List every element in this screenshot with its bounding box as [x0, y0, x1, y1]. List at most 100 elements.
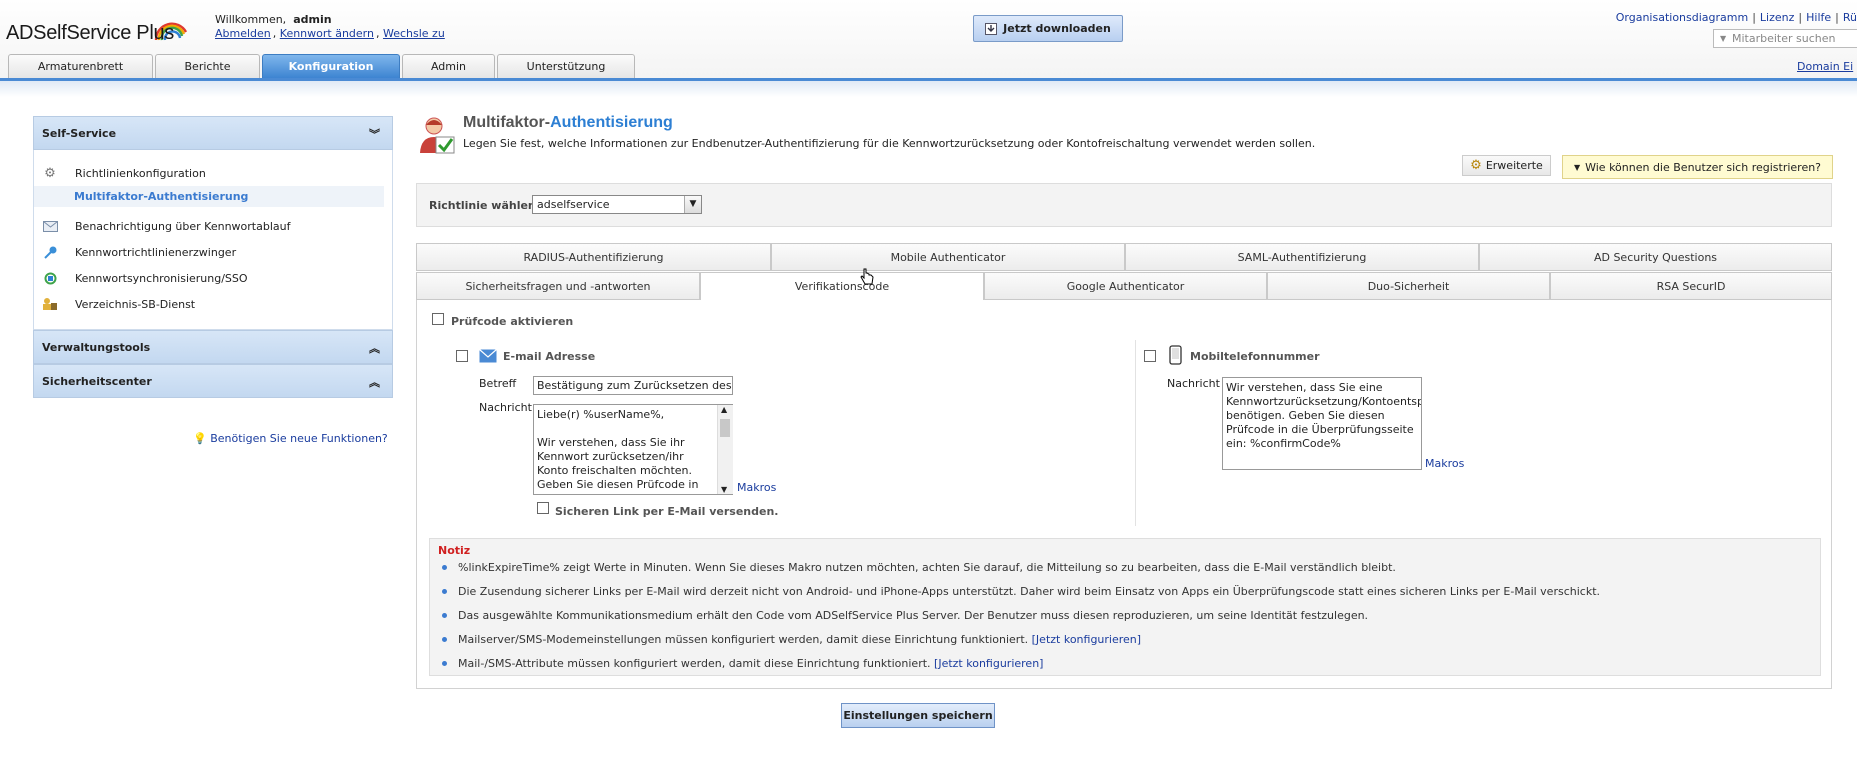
column-divider	[1135, 340, 1136, 526]
search-placeholder: Mitarbeiter suchen	[1732, 32, 1836, 45]
mobile-phone-icon	[1169, 345, 1182, 365]
policy-select[interactable]: adselfservice ▼	[532, 195, 702, 214]
mobile-message-label: Nachricht	[1167, 377, 1220, 390]
top-links: Organisationsdiagramm | Lizenz | Hilfe | Rü	[1615, 11, 1857, 24]
gear-icon: ⚙	[1470, 158, 1482, 173]
user-verified-icon	[420, 117, 455, 154]
bullet	[442, 661, 447, 666]
search-dropdown-icon[interactable]: ▼	[1720, 30, 1726, 47]
gear-icon: ⚙	[44, 165, 56, 181]
subtab-row-1: RADIUS-Authentifizierung Mobile Authenti…	[416, 243, 1832, 271]
welcome-prefix: Willkommen,	[215, 13, 287, 26]
enable-code-label: Prüfcode aktivieren	[451, 315, 574, 328]
sidebar-item-policy-enforcer[interactable]: Kennwortrichtlinienerzwinger	[34, 239, 392, 265]
email-checkbox[interactable]	[456, 350, 468, 362]
expand-icon[interactable]: ︽	[369, 340, 380, 356]
note-text: Die Zusendung sicherer Links per E-Mail …	[458, 585, 1601, 598]
tab-duo-security[interactable]: Duo-Sicherheit	[1267, 272, 1550, 300]
textarea-scrollbar[interactable]: ▲ ▼	[717, 405, 733, 494]
tab-configuration[interactable]: Konfiguration	[262, 54, 400, 78]
org-chart-link[interactable]: Organisationsdiagramm	[1616, 11, 1748, 24]
help-link[interactable]: Hilfe	[1806, 11, 1831, 24]
collapse-icon[interactable]: ︾	[369, 126, 380, 142]
message-label: Nachricht	[479, 401, 532, 414]
username: admin	[293, 13, 332, 26]
sidebar-item-password-sync[interactable]: Kennwortsynchronisierung/SSO	[34, 265, 392, 291]
chevron-down-icon[interactable]: ▼	[684, 196, 701, 213]
email-subject-input[interactable]: Bestätigung zum Zurücksetzen des	[533, 376, 733, 395]
download-label: Jetzt downloaden	[1003, 22, 1111, 35]
tab-dashboard[interactable]: Armaturenbrett	[8, 54, 153, 78]
tab-mobile-authenticator[interactable]: Mobile Authenticator	[771, 243, 1125, 271]
change-password-link[interactable]: Kennwort ändern	[280, 27, 374, 40]
email-title: E-mail Adresse	[503, 350, 596, 363]
register-help-button[interactable]: ▼ Wie können die Benutzer sich registrie…	[1562, 155, 1833, 179]
note-item: Die Zusendung sicherer Links per E-Mail …	[442, 585, 1601, 598]
subject-label: Betreff	[479, 377, 517, 390]
policy-bar: Richtlinie wählen adselfservice ▼	[416, 183, 1832, 227]
policy-label: Richtlinie wählen	[429, 199, 536, 212]
new-features-link[interactable]: 💡 Benötigen Sie neue Funktionen?	[193, 432, 388, 445]
tab-radius[interactable]: RADIUS-Authentifizierung	[416, 243, 771, 271]
section-title: Sicherheitscenter	[42, 374, 152, 388]
email-message-textarea[interactable]: Liebe(r) %userName%, Wir verstehen, dass…	[533, 404, 733, 495]
switch-to-link[interactable]: Wechsle zu	[383, 27, 445, 40]
title-part1: Multifaktor-	[463, 114, 551, 131]
feedback-link[interactable]: Rü	[1843, 11, 1857, 24]
tab-saml[interactable]: SAML-Authentifizierung	[1125, 243, 1479, 271]
mobile-title: Mobiltelefonnummer	[1190, 350, 1320, 363]
scroll-down-icon[interactable]: ▼	[721, 485, 727, 494]
tab-admin[interactable]: Admin	[402, 54, 495, 78]
self-service-items: ⚙ Richtlinienkonfiguration Multifaktor-A…	[33, 150, 393, 330]
expand-icon[interactable]: ︽	[369, 374, 380, 390]
welcome-text: Willkommen, admin	[215, 13, 332, 26]
sidebar-item-expiry-notification[interactable]: Benachrichtigung über Kennwortablauf	[34, 213, 392, 239]
tab-support[interactable]: Unterstützung	[497, 54, 635, 78]
tab-reports[interactable]: Berichte	[155, 54, 260, 78]
download-button[interactable]: Jetzt downloaden	[973, 15, 1123, 42]
mobile-macros-link[interactable]: Makros	[1425, 457, 1464, 470]
tab-verification-code[interactable]: Verifikationscode	[700, 272, 984, 300]
sidebar-item-directory-service[interactable]: Verzeichnis-SB-Dienst	[34, 291, 392, 317]
mobile-message-textarea[interactable]: Wir verstehen, dass Sie eine Kennwortzur…	[1222, 377, 1422, 470]
logout-link[interactable]: Abmelden	[215, 27, 271, 40]
notes-box: Notiz %linkExpireTime% zeigt Werte in Mi…	[429, 538, 1821, 676]
enable-code-checkbox[interactable]	[432, 313, 444, 325]
note-text: %linkExpireTime% zeigt Werte in Minuten.…	[458, 561, 1396, 574]
sidebar-section-self-service[interactable]: Self-Service ︾	[33, 116, 393, 150]
save-settings-button[interactable]: Einstellungen speichern	[841, 703, 995, 728]
secure-link-checkbox[interactable]	[537, 502, 549, 514]
email-macros-link[interactable]: Makros	[737, 481, 776, 494]
sidebar-item-label: Kennwortrichtlinienerzwinger	[75, 245, 237, 259]
license-link[interactable]: Lizenz	[1760, 11, 1794, 24]
directory-icon	[42, 296, 58, 312]
note-item: %linkExpireTime% zeigt Werte in Minuten.…	[442, 561, 1396, 574]
scrollbar-thumb[interactable]	[720, 419, 730, 437]
sidebar-section-admin-tools[interactable]: Verwaltungstools ︽	[33, 330, 393, 364]
scroll-up-icon[interactable]: ▲	[721, 405, 727, 414]
advanced-button[interactable]: ⚙ Erweiterte	[1462, 155, 1551, 176]
note-text: Mailserver/SMS-Modemeinstellungen müssen…	[458, 633, 1029, 646]
page-description: Legen Sie fest, welche Informationen zur…	[463, 137, 1316, 150]
download-icon	[985, 22, 998, 35]
employee-search-input[interactable]: ▼ Mitarbeiter suchen	[1713, 29, 1857, 48]
advanced-label: Erweiterte	[1485, 159, 1543, 172]
tab-security-questions[interactable]: Sicherheitsfragen und -antworten	[416, 272, 700, 300]
sidebar-item-label: Verzeichnis-SB-Dienst	[75, 297, 196, 311]
subtab-row-2: Sicherheitsfragen und -antworten Verifik…	[416, 272, 1832, 300]
register-help-label: Wie können die Benutzer sich registriere…	[1585, 160, 1822, 174]
app-logo: ADSelfService Plus	[6, 22, 174, 44]
mobile-checkbox[interactable]	[1144, 350, 1156, 362]
tab-rsa-securid[interactable]: RSA SecurID	[1550, 272, 1832, 300]
verification-code-panel: Prüfcode aktivieren E-mail Adresse Betre…	[416, 300, 1832, 689]
configure-now-link[interactable]: [Jetzt konfigurieren]	[934, 657, 1043, 670]
user-links: Abmelden, Kennwort ändern, Wechsle zu	[215, 27, 445, 40]
sidebar-item-mfa[interactable]: Multifaktor-Authentisierung	[34, 186, 384, 207]
tab-ad-security-questions[interactable]: AD Security Questions	[1479, 243, 1832, 271]
secure-link-label: Sicheren Link per E-Mail versenden.	[555, 505, 779, 518]
sidebar-section-security-center[interactable]: Sicherheitscenter ︽	[33, 364, 393, 398]
configure-now-link[interactable]: [Jetzt konfigurieren]	[1032, 633, 1141, 646]
tab-google-authenticator[interactable]: Google Authenticator	[984, 272, 1267, 300]
sidebar-item-policy-config[interactable]: ⚙ Richtlinienkonfiguration	[34, 160, 392, 186]
domain-link[interactable]: Domain Ei	[1797, 60, 1853, 73]
